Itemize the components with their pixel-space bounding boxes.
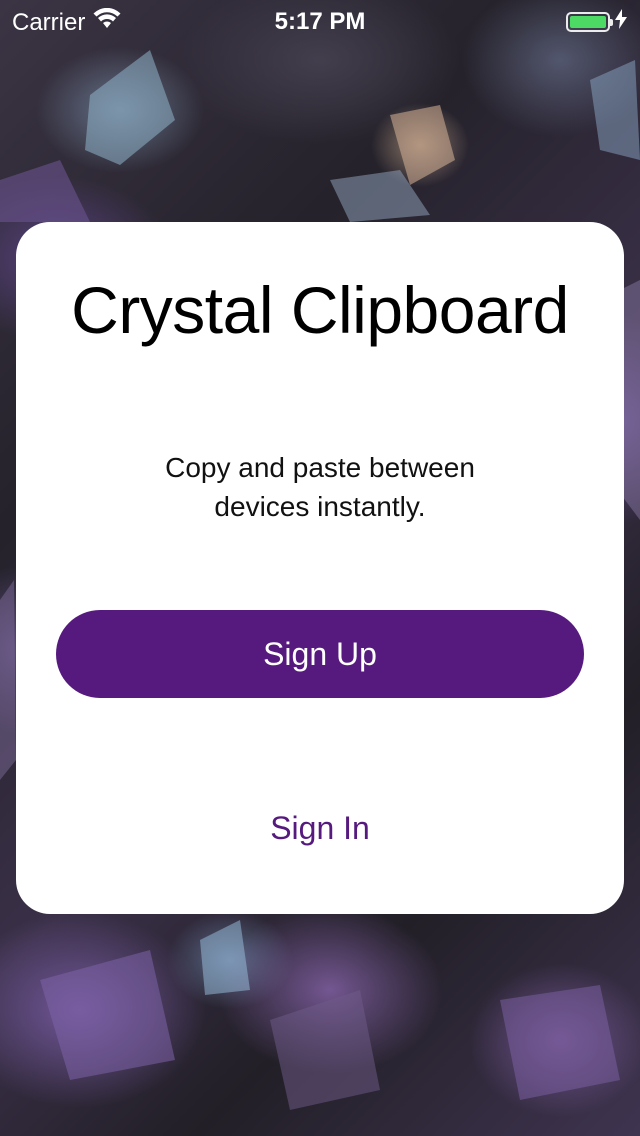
app-title: Crystal Clipboard — [71, 273, 569, 347]
app-tagline: Copy and paste between devices instantly… — [165, 452, 475, 522]
sign-in-button[interactable]: Sign In — [0, 810, 640, 847]
battery-icon — [566, 12, 613, 32]
sign-up-button[interactable]: Sign Up — [56, 610, 584, 698]
status-right — [566, 8, 628, 36]
battery-level-fill — [570, 16, 606, 28]
charging-bolt-icon — [614, 8, 628, 36]
status-bar: Carrier 5:17 PM — [0, 0, 640, 40]
status-time: 5:17 PM — [274, 8, 366, 35]
